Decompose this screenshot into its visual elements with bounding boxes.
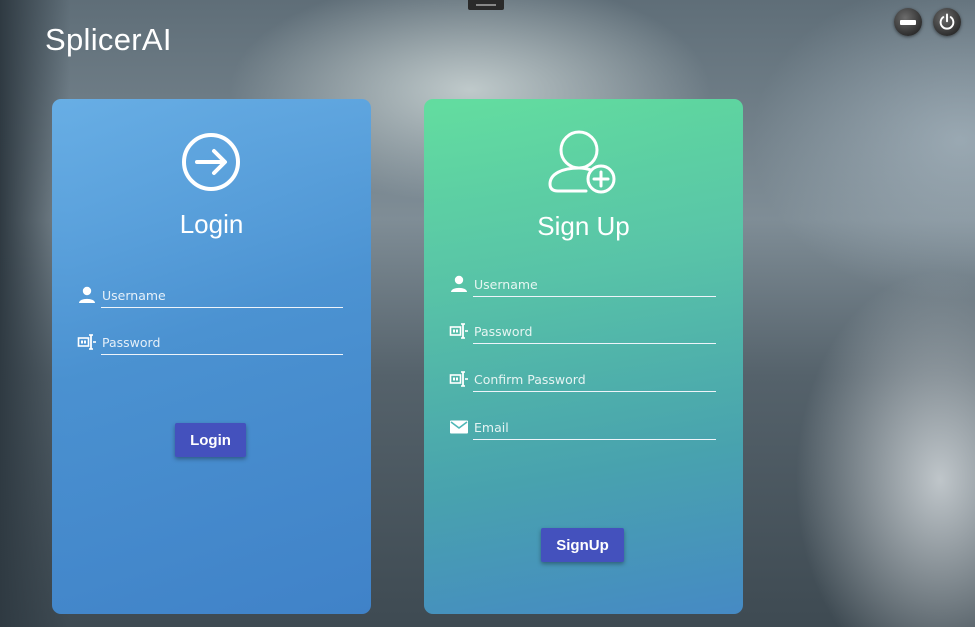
add-user-icon (548, 130, 616, 194)
signup-confirm-password-field (449, 368, 717, 392)
login-password-field (77, 331, 343, 355)
signup-card: Sign Up Username Email SignUp (424, 99, 743, 614)
login-card: Login Login (52, 99, 371, 614)
login-button[interactable]: Login (175, 423, 246, 457)
signup-email-field (449, 416, 717, 440)
login-password-input[interactable] (101, 331, 343, 353)
confirm-password-underline (473, 391, 716, 392)
password-underline (473, 343, 716, 344)
signup-password-field (449, 320, 717, 344)
login-username-field (77, 284, 343, 308)
signup-username-input[interactable] (473, 273, 715, 295)
password-icon (449, 371, 468, 387)
signup-button[interactable]: SignUp (541, 528, 624, 562)
email-icon (450, 420, 468, 434)
login-username-input[interactable] (101, 284, 343, 306)
user-icon (451, 275, 467, 292)
minimize-button[interactable] (894, 8, 922, 36)
password-icon (449, 323, 468, 339)
email-underline (473, 439, 716, 440)
sign-in-icon (182, 133, 240, 191)
username-underline (473, 296, 716, 297)
signup-username-field (449, 273, 717, 297)
drag-handle[interactable] (468, 0, 504, 10)
user-icon (79, 286, 95, 303)
app-title: SplicerAI (45, 22, 172, 57)
signup-email-input[interactable] (473, 416, 715, 438)
signup-confirm-password-input[interactable] (473, 368, 715, 390)
signup-heading: Sign Up (537, 211, 630, 241)
password-icon (77, 334, 96, 350)
signup-password-input[interactable] (473, 320, 715, 342)
power-button[interactable] (933, 8, 961, 36)
minimize-icon (900, 19, 916, 25)
username-underline (101, 307, 343, 308)
login-heading: Login (179, 209, 244, 239)
password-underline (101, 354, 343, 355)
power-icon (939, 13, 955, 30)
app-window: SplicerAI Login Username Login Sign Up U… (0, 0, 975, 627)
